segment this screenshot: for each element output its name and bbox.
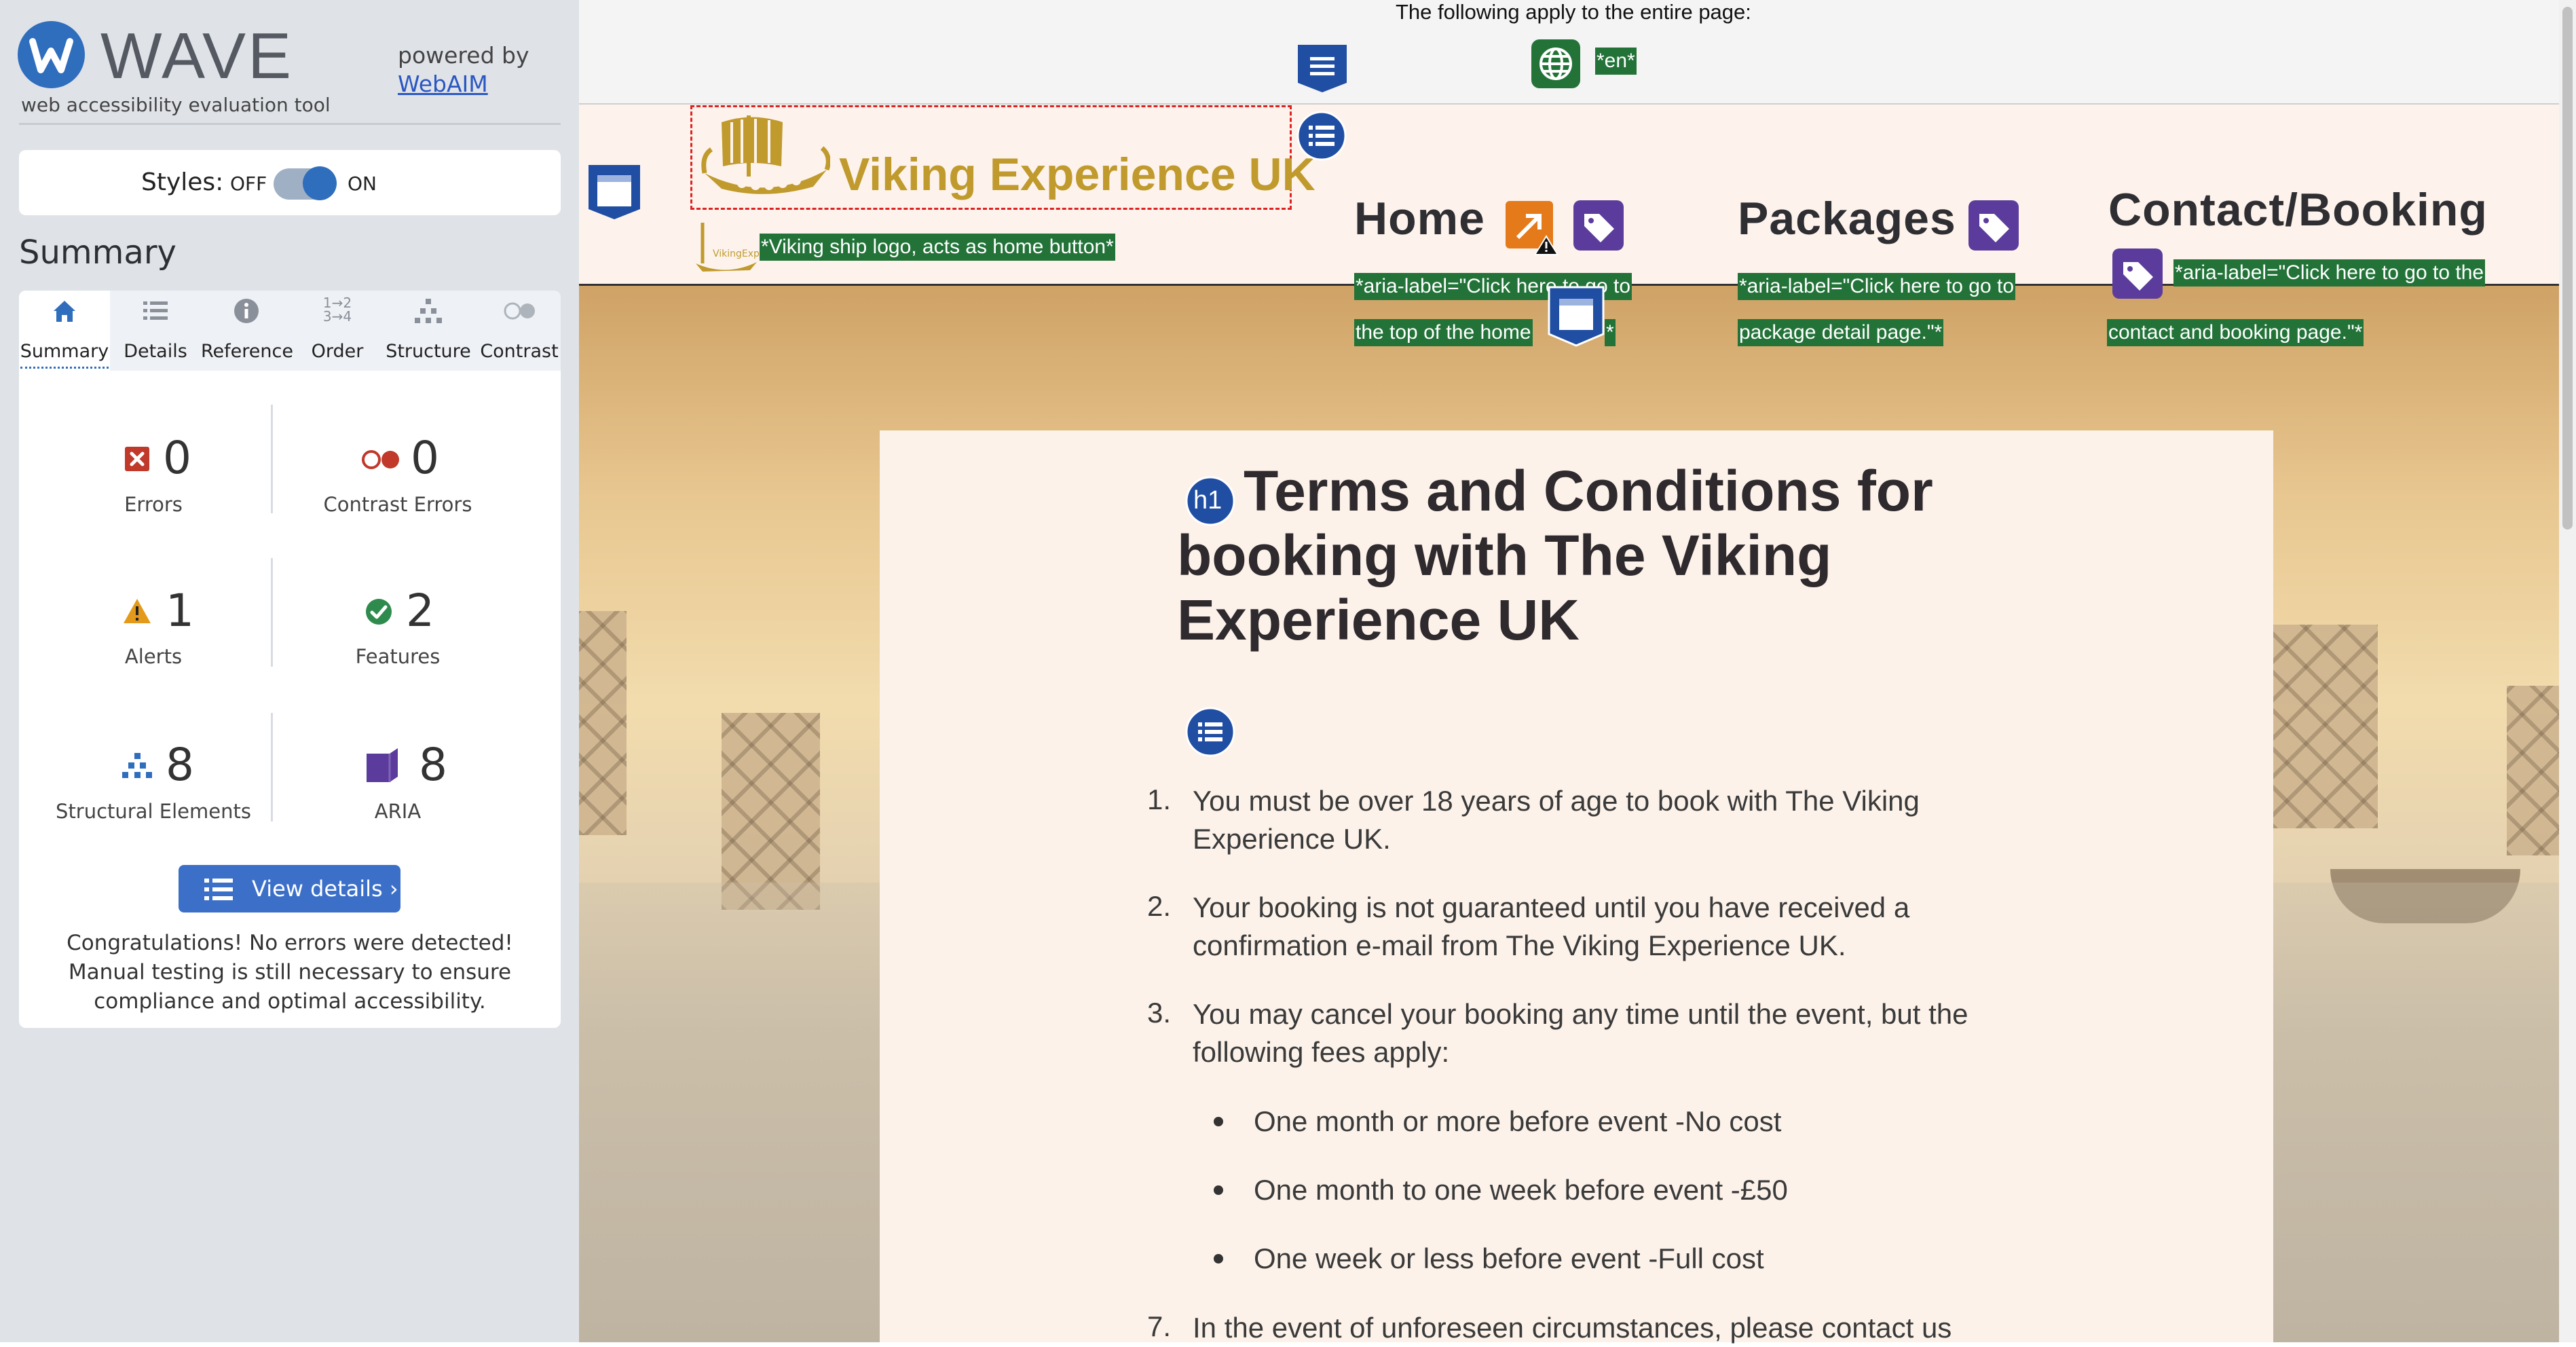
- home-aria-label-end: *: [1605, 319, 1616, 346]
- alerts-label: Alerts: [124, 645, 183, 668]
- page-title: Terms and Conditions for booking with Th…: [1177, 459, 1958, 652]
- list-item: One month or more before event -No cost: [1254, 1105, 1782, 1137]
- wave-brand: WAVE: [100, 20, 294, 92]
- nav-contact-booking[interactable]: Contact/Booking: [2108, 183, 2488, 236]
- view-details-button[interactable]: View details ›: [179, 865, 400, 912]
- bullet: [1214, 1117, 1223, 1126]
- ship-sail-image: [722, 713, 820, 910]
- styles-label: Styles:: [141, 168, 224, 196]
- alert-icon: [122, 597, 152, 627]
- aria-label-icon[interactable]: [2111, 247, 2164, 303]
- styles-toggle-knob[interactable]: [303, 166, 337, 200]
- list-number: 7.: [1147, 1310, 1172, 1342]
- packages-aria-label-tag: package detail page."*: [1738, 319, 1944, 346]
- home-aria-label-tag: the top of the home: [1354, 319, 1533, 346]
- tab-summary-underline: [20, 367, 109, 369]
- structure-icon[interactable]: [383, 296, 474, 333]
- page-level-text: The following apply to the entire page:: [1396, 0, 1751, 24]
- scrollbar-thumb[interactable]: [2562, 7, 2573, 530]
- structural-label: Structural Elements: [56, 800, 251, 823]
- info-icon[interactable]: [201, 296, 292, 333]
- contact-aria-label-tag: contact and booking page."*: [2107, 319, 2364, 346]
- ordered-list-icon[interactable]: [1184, 706, 1236, 760]
- ship-sail-image: [579, 611, 627, 835]
- logo-thumbnail-image: VikingExperience: [692, 216, 795, 280]
- features-count: 2: [406, 585, 434, 637]
- aria-label-icon[interactable]: [1572, 199, 1625, 255]
- header-region-icon[interactable]: [586, 163, 642, 224]
- bullet: [1214, 1185, 1223, 1195]
- site-name[interactable]: Viking Experience UK: [839, 148, 1315, 201]
- wave-logo-icon: [18, 21, 85, 88]
- divider: [19, 123, 561, 125]
- svg-text:VikingExperience: VikingExperience: [713, 248, 760, 259]
- summary-heading: Summary: [19, 234, 176, 272]
- tab-order[interactable]: Order: [292, 341, 383, 362]
- tab-contrast[interactable]: Contrast: [474, 341, 565, 362]
- webaim-link[interactable]: WebAIM: [398, 71, 488, 97]
- contrast-errors-label: Contrast Errors: [323, 493, 472, 516]
- errors-label: Errors: [124, 493, 183, 516]
- list-item: One month to one week before event -£50: [1254, 1174, 1788, 1206]
- congrats-message: Congratulations! No errors were detected…: [67, 931, 513, 1014]
- packages-aria-label-tag: *aria-label="Click here to go to: [1738, 273, 2016, 300]
- aria-label: ARIA: [374, 800, 422, 823]
- view-details-label: View details ›: [252, 876, 398, 902]
- contrast-error-icon: [360, 448, 403, 474]
- wave-tagline: web accessibility evaluation tool: [21, 94, 331, 116]
- list-number: 3.: [1147, 997, 1172, 1029]
- list-number: 2.: [1147, 890, 1172, 922]
- language-tag: *en*: [1595, 48, 1637, 75]
- aria-label-icon[interactable]: [1967, 199, 2020, 255]
- bullet: [1214, 1254, 1223, 1263]
- list-icon: [204, 879, 233, 900]
- home-icon[interactable]: [19, 296, 110, 333]
- nav-packages[interactable]: Packages: [1738, 192, 1956, 245]
- list-number: 1.: [1147, 783, 1172, 815]
- ship-sail-image: [2273, 625, 2378, 828]
- document-icon[interactable]: [1295, 42, 1349, 96]
- list-item: One week or less before event -Full cost: [1254, 1242, 1764, 1274]
- feature-icon: [365, 597, 393, 629]
- redundant-link-alert-icon[interactable]: [1504, 200, 1560, 259]
- navigation-region-icon[interactable]: [1547, 285, 1605, 350]
- styles-off-label: OFF: [230, 172, 267, 195]
- viking-ship-logo[interactable]: [701, 109, 831, 206]
- language-icon[interactable]: [1530, 38, 1582, 92]
- contact-aria-label-tag: *aria-label="Click here to go to the: [2173, 259, 2486, 287]
- structure-icon: [121, 752, 153, 783]
- alerts-count: 1: [166, 585, 194, 637]
- structural-count: 8: [166, 739, 194, 791]
- aria-icon: [362, 747, 400, 788]
- list-icon[interactable]: [110, 296, 201, 333]
- list-icon[interactable]: [1296, 111, 1347, 164]
- logo-alt-text-tag: *Viking ship logo, acts as home button*: [760, 234, 1115, 261]
- list-item: You must be over 18 years of age to book…: [1193, 785, 1920, 855]
- errors-count: 0: [163, 432, 191, 484]
- powered-by-text: powered by: [398, 42, 529, 69]
- tab-reference[interactable]: Reference: [201, 341, 293, 362]
- page-title-text: Terms and Conditions for booking with Th…: [1177, 459, 1933, 652]
- list-item: In the event of unforeseen circumstances…: [1193, 1312, 1952, 1344]
- features-label: Features: [355, 645, 441, 668]
- aria-count: 8: [419, 739, 447, 791]
- tab-summary[interactable]: Summary: [19, 341, 110, 362]
- list-item: Your booking is not guaranteed until you…: [1193, 891, 1910, 961]
- contrast-errors-count: 0: [411, 432, 439, 484]
- list-item: You may cancel your booking any time unt…: [1193, 998, 1968, 1068]
- styles-on-label: ON: [348, 172, 377, 195]
- tab-structure[interactable]: Structure: [383, 341, 474, 362]
- error-icon: [124, 446, 150, 475]
- contrast-icon[interactable]: [474, 296, 565, 333]
- nav-home[interactable]: Home: [1354, 192, 1485, 245]
- tab-details[interactable]: Details: [110, 341, 201, 362]
- order-icon[interactable]: 1→2 3→4: [292, 296, 383, 323]
